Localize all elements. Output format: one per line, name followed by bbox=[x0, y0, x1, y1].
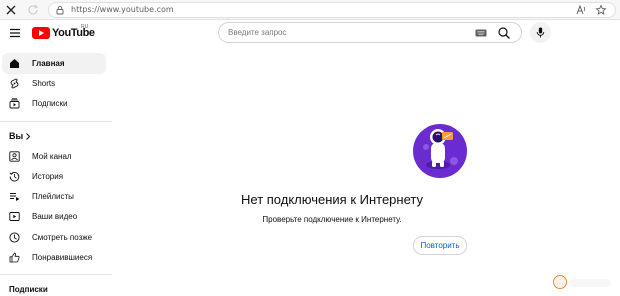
keyboard-icon[interactable] bbox=[475, 28, 487, 38]
search-input[interactable] bbox=[220, 24, 470, 41]
search-box bbox=[218, 22, 522, 43]
you-section-heading[interactable]: Вы bbox=[9, 131, 23, 142]
sidebar-item-watch-later[interactable]: Смотреть позже bbox=[2, 227, 106, 248]
subscriptions-icon bbox=[9, 98, 20, 109]
shorts-icon bbox=[10, 78, 19, 89]
reload-icon[interactable] bbox=[26, 3, 40, 17]
menu-icon[interactable] bbox=[8, 26, 22, 40]
sidebar-item-liked[interactable]: Понравившиеся bbox=[2, 247, 106, 268]
sidebar-item-label: Смотреть позже bbox=[32, 233, 93, 242]
no-connection-title: Нет подключения к Интернету bbox=[241, 192, 423, 207]
sidebar-divider bbox=[0, 274, 112, 275]
liked-icon bbox=[9, 252, 20, 263]
sidebar-item-my-channel[interactable]: Мой канал bbox=[2, 146, 106, 167]
address-bar[interactable]: https://www.youtube.com bbox=[48, 2, 616, 18]
favorite-icon[interactable] bbox=[595, 4, 607, 16]
masthead: YouTube RU bbox=[0, 20, 620, 46]
home-icon bbox=[10, 59, 19, 68]
no-connection-subtitle: Проверьте подключение к Интернету. bbox=[262, 215, 402, 224]
search-icon[interactable] bbox=[497, 26, 511, 40]
sidebar-item-label: Shorts bbox=[32, 79, 56, 88]
sidebar-item-label: Главная bbox=[32, 59, 65, 68]
sidebar-item-shorts[interactable]: Shorts bbox=[2, 73, 106, 94]
read-aloud-icon[interactable] bbox=[575, 4, 587, 16]
sidebar-item-home[interactable]: Главная bbox=[2, 53, 106, 74]
sidebar-item-label: История bbox=[32, 172, 64, 181]
lock-icon[interactable] bbox=[55, 5, 65, 15]
mic-icon bbox=[536, 27, 545, 38]
sidebar-item-subscriptions[interactable]: Подписки bbox=[2, 93, 106, 114]
close-icon[interactable] bbox=[4, 3, 18, 17]
channel-icon bbox=[9, 151, 20, 162]
sidebar-item-label: Понравившиеся bbox=[32, 253, 93, 262]
url-text[interactable]: https://www.youtube.com bbox=[71, 5, 174, 15]
retry-button[interactable]: Повторить bbox=[413, 236, 467, 255]
sidebar-item-history[interactable]: История bbox=[2, 166, 106, 187]
watch-later-icon bbox=[9, 232, 20, 243]
astronaut-icon bbox=[413, 124, 467, 178]
chevron-right-icon[interactable] bbox=[24, 132, 32, 141]
voice-search-button[interactable] bbox=[530, 22, 551, 43]
browser-toolbar: https://www.youtube.com bbox=[0, 0, 620, 20]
sidebar-divider bbox=[0, 121, 112, 122]
youtube-play-icon bbox=[32, 27, 50, 39]
extension-badge-label bbox=[569, 279, 611, 287]
extension-badge-icon[interactable] bbox=[553, 275, 567, 289]
logo-country-code: RU bbox=[81, 24, 89, 30]
sidebar-item-label: Подписки bbox=[32, 99, 68, 108]
subscriptions-section-heading: Подписки bbox=[9, 285, 48, 294]
history-icon bbox=[9, 172, 20, 182]
sidebar-item-label: Мой канал bbox=[32, 152, 72, 161]
